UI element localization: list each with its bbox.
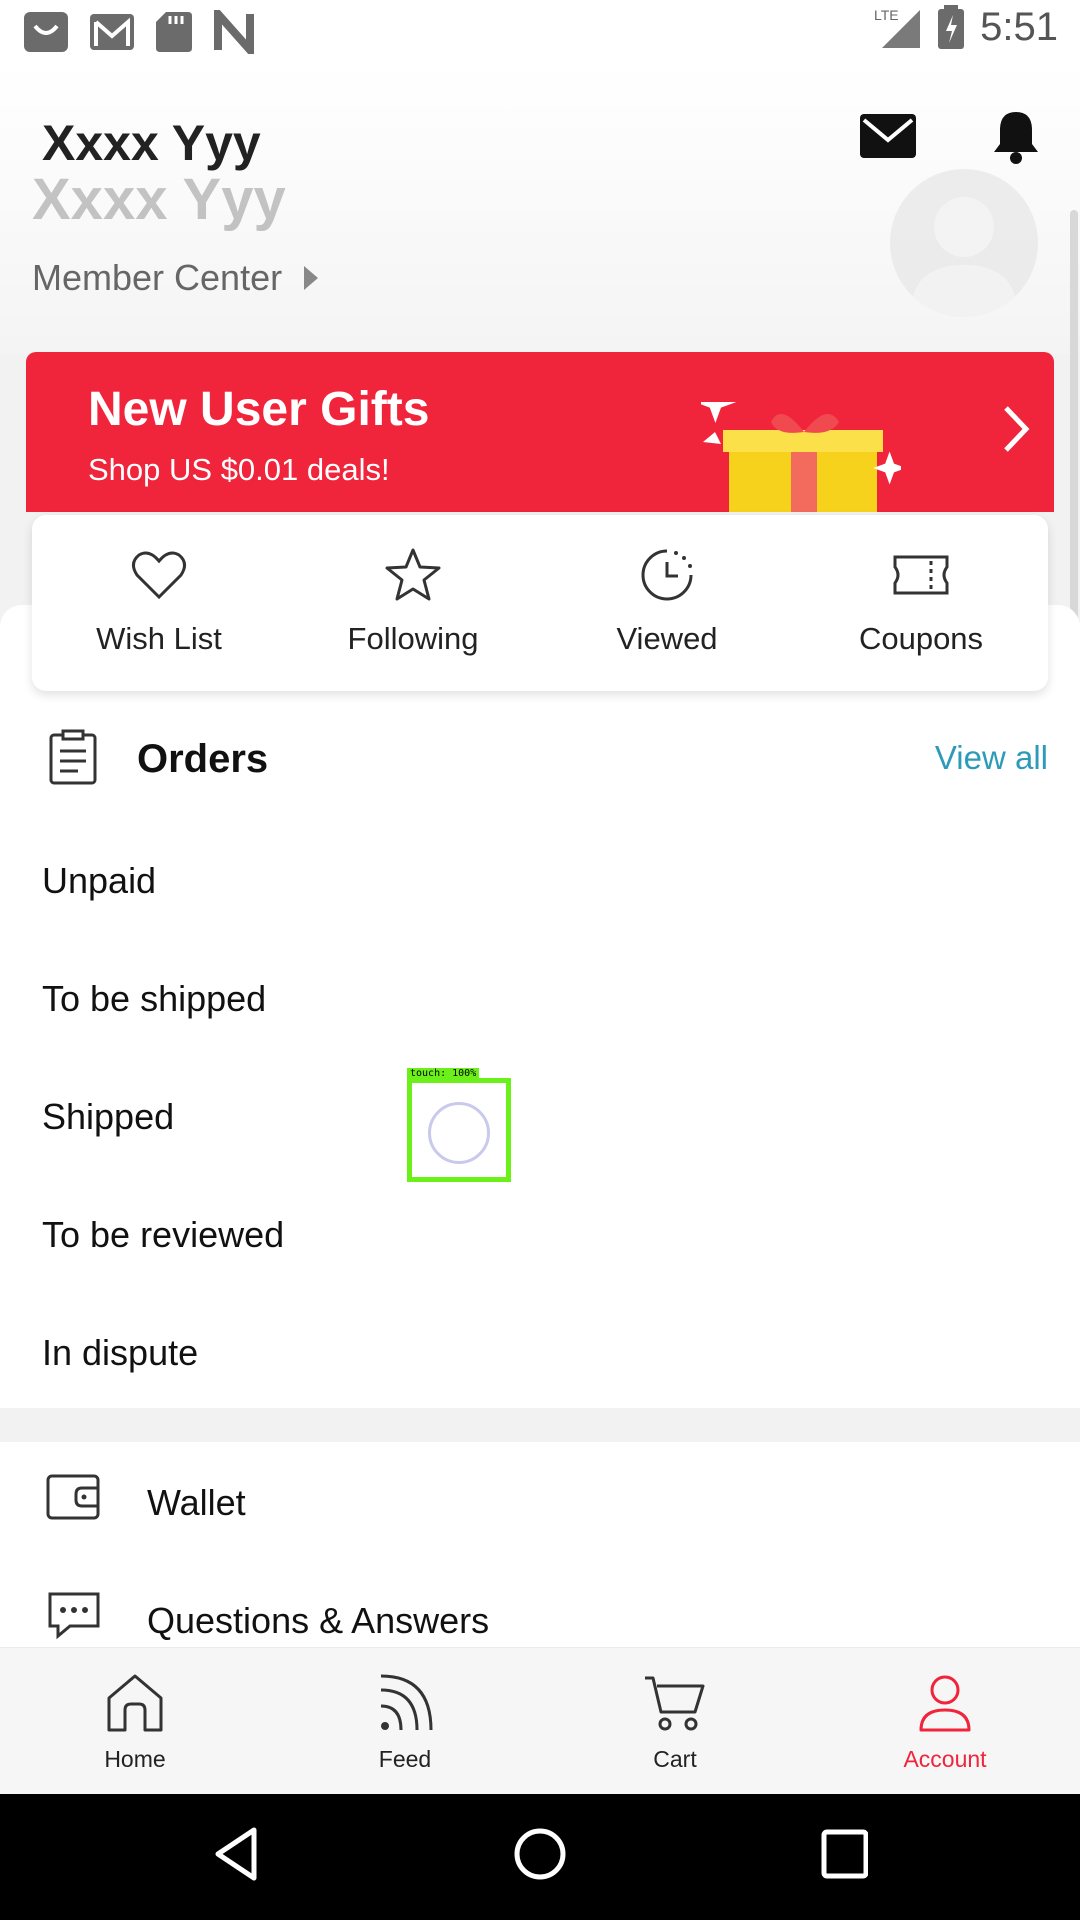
cart-icon xyxy=(645,1676,705,1731)
recents-icon[interactable] xyxy=(820,1826,868,1882)
heart-icon xyxy=(132,551,186,600)
bottom-navigation: Home Feed Cart Account xyxy=(0,1647,1080,1794)
questions-answers-row[interactable]: Questions & Answers xyxy=(0,1560,1080,1647)
shopping-bag-icon xyxy=(24,12,68,52)
user-name: Xxxx Yyy xyxy=(42,115,261,171)
touch-indicator xyxy=(428,1102,490,1164)
nav-home[interactable]: Home xyxy=(0,1648,270,1794)
order-row-to-be-shipped[interactable]: To be shipped xyxy=(42,978,266,1020)
coupons-button[interactable]: Coupons xyxy=(794,515,1048,691)
profile-header: Xxxx Yyy Xxxx Yyy Member Center xyxy=(0,64,1080,354)
order-row-to-be-reviewed[interactable]: To be reviewed xyxy=(42,1214,284,1256)
gmail-icon xyxy=(90,14,134,50)
back-icon[interactable] xyxy=(212,1826,260,1882)
user-silhouette-icon xyxy=(910,197,1018,317)
sd-card-icon xyxy=(156,12,192,52)
questions-answers-label: Questions & Answers xyxy=(147,1600,490,1641)
account-panel: Orders View all Unpaid To be shipped Shi… xyxy=(0,605,1080,1408)
orders-header: Orders View all xyxy=(0,725,1080,805)
nav-feed-label: Feed xyxy=(378,1746,432,1772)
new-user-gifts-banner[interactable]: New User Gifts Shop US $0.01 deals! xyxy=(26,352,1054,512)
star-icon xyxy=(385,548,441,601)
viewed-button[interactable]: Viewed xyxy=(540,515,794,691)
chat-bubble-icon xyxy=(48,1592,100,1640)
nav-cart-label: Cart xyxy=(653,1746,697,1772)
nav-feed[interactable]: Feed xyxy=(270,1648,540,1794)
n-icon xyxy=(214,10,254,54)
clipboard-icon xyxy=(49,729,97,785)
clock-icon xyxy=(641,549,693,601)
banner-title: New User Gifts xyxy=(88,383,430,436)
view-all-link[interactable]: View all xyxy=(935,739,1048,777)
orders-title: Orders xyxy=(137,737,269,781)
mail-icon[interactable] xyxy=(860,114,916,158)
member-center-label: Member Center xyxy=(32,257,283,298)
wallet-label: Wallet xyxy=(147,1482,246,1523)
order-row-in-dispute[interactable]: In dispute xyxy=(42,1332,198,1374)
home-circle-icon[interactable] xyxy=(512,1826,568,1882)
wish-list-button[interactable]: Wish List xyxy=(32,515,286,691)
chevron-right-icon xyxy=(1004,406,1030,452)
status-bar: LTE 5:51 xyxy=(0,0,1080,64)
quick-actions-card: Wish List Following Viewed Coupons xyxy=(32,515,1048,691)
account-icon xyxy=(919,1675,971,1732)
wish-list-label: Wish List xyxy=(96,621,222,656)
wallet-icon xyxy=(46,1474,100,1520)
viewed-label: Viewed xyxy=(616,621,718,656)
nav-account[interactable]: Account xyxy=(810,1648,1080,1794)
coupons-label: Coupons xyxy=(858,621,984,656)
battery-charging-icon xyxy=(938,5,965,49)
nav-home-label: Home xyxy=(104,1746,166,1772)
signal-lte-icon: LTE xyxy=(874,7,921,48)
gift-box-icon xyxy=(701,402,901,512)
following-button[interactable]: Following xyxy=(286,515,540,691)
order-row-shipped[interactable]: Shipped xyxy=(42,1096,174,1138)
following-label: Following xyxy=(347,621,479,656)
coupon-icon xyxy=(893,555,949,595)
order-row-unpaid[interactable]: Unpaid xyxy=(42,860,156,902)
banner-subtitle: Shop US $0.01 deals! xyxy=(88,452,390,487)
wallet-row[interactable]: Wallet xyxy=(0,1442,1080,1552)
bell-icon[interactable] xyxy=(990,108,1042,164)
notification-icons xyxy=(22,10,256,54)
caret-right-icon xyxy=(304,266,319,290)
nav-account-label: Account xyxy=(903,1746,987,1772)
member-center-link[interactable]: Member Center xyxy=(32,257,319,299)
user-name-large: Xxxx Yyy xyxy=(32,167,286,232)
status-right: LTE 5:51 xyxy=(874,4,1058,50)
nav-cart[interactable]: Cart xyxy=(540,1648,810,1794)
system-navigation-bar xyxy=(0,1794,1080,1920)
network-label: LTE xyxy=(874,7,899,23)
account-menu-list: Wallet Questions & Answers xyxy=(0,1442,1080,1647)
avatar[interactable] xyxy=(890,169,1038,317)
feed-icon xyxy=(380,1674,433,1731)
clock: 5:51 xyxy=(980,4,1058,49)
home-icon xyxy=(107,1674,163,1732)
